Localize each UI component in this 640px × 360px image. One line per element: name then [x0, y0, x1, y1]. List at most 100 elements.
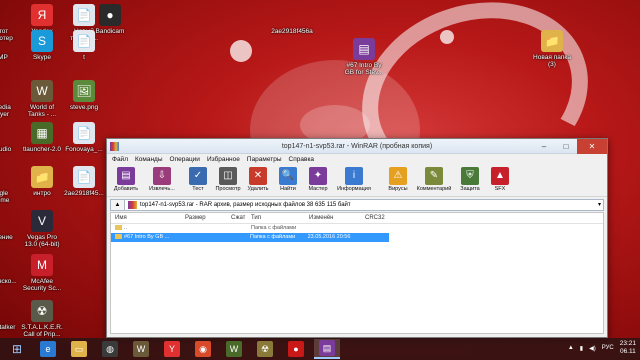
desktop-icon-steve[interactable]: 🖼 steve.png	[52, 80, 116, 111]
yandex-icon: Я	[31, 4, 53, 26]
start-button[interactable]: ⊞	[4, 339, 30, 359]
clock-date: 06.11	[619, 348, 636, 355]
table-row[interactable]: #67 Intro By GB ... Папка с файлами 23.05.…	[111, 233, 389, 242]
col-modified[interactable]: Изменён	[305, 213, 361, 223]
col-crc32[interactable]: CRC32	[361, 213, 391, 223]
taskbar-button-4[interactable]: Y	[159, 339, 185, 359]
tray-up-arrow-icon[interactable]: ▲	[568, 345, 574, 351]
cell-name-text: #67 Intro By GB ...	[124, 234, 170, 240]
toolbar-label: Вирусы	[388, 186, 408, 192]
steve-icon: 🖼	[73, 80, 95, 102]
taskbar-button-2[interactable]: ◍	[97, 339, 123, 359]
windows-logo-icon: ⊞	[11, 342, 23, 356]
desktop-icon-label: 2ae2918f45...	[64, 190, 104, 197]
menu-favorites[interactable]: Избранное	[207, 154, 240, 165]
wot-taskbar-icon: W	[133, 341, 149, 357]
taskbar-button-6[interactable]: W	[221, 339, 247, 359]
desktop-icon-vegas[interactable]: V Vegas Pro 13.0 (64-bit)	[10, 210, 74, 248]
desktop-icon-rar_on_desktop[interactable]: ▤ #67 Intro By GB for Stev...	[332, 38, 396, 76]
maximize-button[interactable]: □	[555, 139, 577, 154]
table-row[interactable]: .. Папка с файлами	[111, 224, 603, 233]
toolbar-button-1[interactable]: ⇩ Извлечь...	[141, 166, 183, 195]
close-button[interactable]: ✕	[577, 139, 607, 154]
cell-modified	[305, 224, 361, 233]
toolbar-button-0[interactable]: ▤ Добавить	[111, 166, 141, 195]
desktop-icon-t[interactable]: 📄 t	[52, 30, 116, 61]
toolbar-label: Добавить	[113, 186, 139, 192]
language-indicator[interactable]: РУС	[602, 345, 614, 351]
menu-operations[interactable]: Операции	[170, 154, 200, 165]
toolbar-button-7[interactable]: i Информация	[333, 166, 375, 195]
desktop-icon-hash1[interactable]: 2ae2918f456a	[260, 4, 324, 35]
toolbar-icon: ▤	[117, 167, 135, 185]
toolbar-button-6[interactable]: ✦ Мастер	[303, 166, 333, 195]
chevron-down-icon[interactable]: ▾	[598, 200, 601, 210]
desktop-icon-stalker[interactable]: ☢ S.T.A.L.K.E.R. Call of Prip...	[10, 300, 74, 338]
titlebar[interactable]: top147-n1-svp53.rar - WinRAR (пробная ко…	[107, 139, 607, 154]
menu-file[interactable]: Файл	[112, 154, 128, 165]
fonovaya-icon: 📄	[73, 122, 95, 144]
winrar-taskbar-icon: ▤	[319, 340, 335, 356]
taskbar-button-9[interactable]: ▤	[314, 339, 340, 359]
toolbar-icon: 🔍	[279, 167, 297, 185]
stalker-icon: ☢	[31, 300, 53, 322]
desktop-icon-newfolder[interactable]: 📁 Новая папка (3)	[520, 30, 584, 68]
clock[interactable]: 23:21 06.11	[620, 340, 636, 356]
toolbar-button-9[interactable]: ✎ Комментарий	[413, 166, 455, 195]
taskbar-button-7[interactable]: ☢	[252, 339, 278, 359]
toolbar-button-11[interactable]: ▲ SFX	[485, 166, 515, 195]
toolbar-icon: ✓	[189, 167, 207, 185]
network-icon[interactable]: ▮	[580, 345, 583, 352]
vegas-icon: V	[31, 210, 53, 232]
path-bar[interactable]: ▲ top147-n1-svp53.rar - RAR архив, разме…	[110, 199, 604, 211]
toolbar-button-5[interactable]: 🔍 Найти	[273, 166, 303, 195]
taskbar-button-0[interactable]: e	[35, 339, 61, 359]
toolbar-icon: ⇩	[153, 167, 171, 185]
toolbar-button-4[interactable]: ✕ Удалить	[243, 166, 273, 195]
toolbar-icon: i	[345, 167, 363, 185]
menu-help[interactable]: Справка	[289, 154, 315, 165]
col-size[interactable]: Размер	[181, 213, 227, 223]
toolbar-button-8[interactable]: ⚠ Вирусы	[383, 166, 413, 195]
rar_on_desktop-icon: ▤	[353, 38, 375, 60]
toolbar-icon: ⚠	[389, 167, 407, 185]
col-type[interactable]: Тип	[247, 213, 305, 223]
intro-icon: 📁	[31, 166, 53, 188]
toolbar-button-2[interactable]: ✓ Тест	[183, 166, 213, 195]
cell-packed	[227, 224, 247, 233]
minimize-button[interactable]: –	[533, 139, 555, 154]
desktop-icon-label: 2ae2918f456a	[271, 28, 313, 35]
toolbar-button-3[interactable]: ◫ Просмотр	[213, 166, 243, 195]
newfolder-icon: 📁	[541, 30, 563, 52]
toolbar-label: Тест	[192, 186, 204, 192]
wallpaper-splash	[440, 30, 454, 44]
toolbar-button-10[interactable]: ⛨ Защита	[455, 166, 485, 195]
toolbar-label: Информация	[337, 186, 371, 192]
mcafee-icon: M	[31, 254, 53, 276]
desktop-icon-label: S.T.A.L.K.E.R. Call of Prip...	[21, 324, 63, 338]
ie-icon: e	[40, 341, 56, 357]
col-name[interactable]: Имя	[111, 213, 181, 223]
cell-crc	[361, 224, 391, 233]
desktop-icon-label: интро	[33, 190, 51, 197]
desktop-icon-mcafee[interactable]: M McAfee Security Sc...	[10, 254, 74, 292]
folder-icon	[115, 225, 122, 231]
winrar-icon	[110, 142, 119, 151]
menu-commands[interactable]: Команды	[135, 154, 163, 165]
col-packed[interactable]: Сжат	[227, 213, 247, 223]
taskbar-button-1[interactable]: ▭	[66, 339, 92, 359]
cell-modified: 23.05.2016 20:56	[307, 234, 351, 240]
toolbar-label: Найти	[280, 186, 296, 192]
taskbar-button-3[interactable]: W	[128, 339, 154, 359]
cell-type: Папка с файлами	[250, 234, 296, 240]
volume-icon[interactable]: ◀)	[589, 345, 596, 352]
menu-options[interactable]: Параметры	[247, 154, 282, 165]
taskbar-button-5[interactable]: ◉	[190, 339, 216, 359]
up-arrow-icon[interactable]: ▲	[111, 200, 125, 210]
taskbar-button-8[interactable]: ●	[283, 339, 309, 359]
chrome-taskbar-icon: ◉	[195, 341, 211, 357]
toolbar-icon: ✦	[309, 167, 327, 185]
cell-size	[180, 233, 226, 242]
toolbar-label: Просмотр	[215, 186, 241, 192]
desktop-icon-label: Vegas Pro 13.0 (64-bit)	[24, 234, 60, 248]
